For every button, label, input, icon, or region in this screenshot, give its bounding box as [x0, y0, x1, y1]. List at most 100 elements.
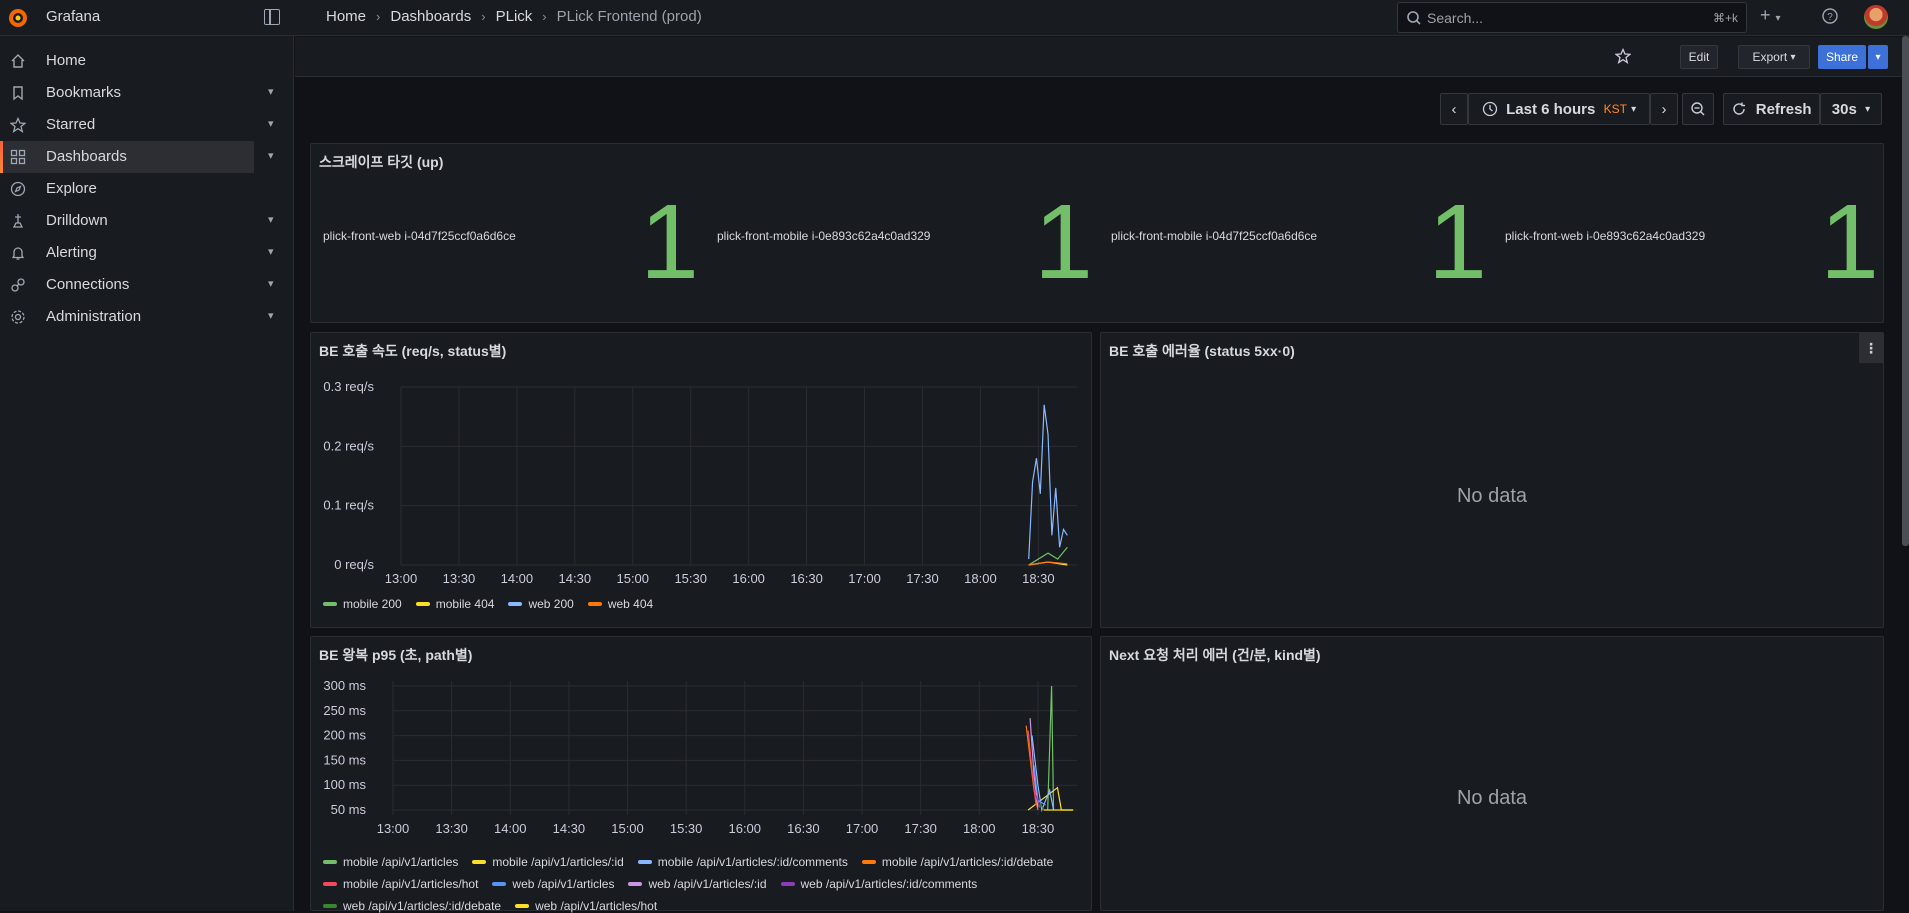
dashboards-icon: [10, 149, 26, 165]
zoom-out-icon: [1691, 102, 1705, 116]
panel-title: BE 호출 에러율 (status 5xx·0): [1109, 343, 1295, 359]
chevron-left-icon: ‹: [1451, 100, 1457, 118]
be-p95-chart[interactable]: 13:00 13:30 14:00 14:30 15:00 15:30 16:00 16:30…: [311, 667, 1091, 867]
help-icon[interactable]: ?: [1822, 8, 1838, 24]
chevron-down-icon[interactable]: ▾: [268, 85, 274, 98]
x-tick-label: 14:00: [501, 571, 534, 586]
stat-item: plick-front-mobile i-04d7f25ccf0a6d6ce 1: [1099, 144, 1493, 301]
add-icon[interactable]: + ▾: [1760, 5, 1781, 26]
next-error-panel[interactable]: Next 요청 처리 에러 (건/분, kind별) No data: [1100, 636, 1884, 911]
legend-item[interactable]: web /api/v1/articles/:id: [628, 877, 767, 891]
y-tick-label: 150 ms: [323, 752, 366, 767]
chevron-down-icon[interactable]: ▾: [268, 277, 274, 290]
legend-item[interactable]: web 200: [508, 597, 574, 611]
breadcrumb-dashboards[interactable]: Dashboards: [390, 8, 471, 25]
legend-item[interactable]: mobile /api/v1/articles/:id/debate: [861, 855, 1053, 869]
time-range-picker[interactable]: Last 6 hours KST ▾: [1468, 93, 1650, 125]
home-icon: [11, 54, 25, 68]
legend-item[interactable]: mobile /api/v1/articles/hot: [323, 877, 478, 891]
legend-item[interactable]: mobile /api/v1/articles/:id/comments: [637, 855, 848, 869]
stat-item: plick-front-mobile i-0e893c62a4c0ad329 1: [705, 144, 1099, 301]
star-icon[interactable]: [1615, 48, 1631, 64]
stat-item: plick-front-web i-0e893c62a4c0ad329 1: [1493, 144, 1885, 301]
chevron-down-icon[interactable]: ▾: [268, 245, 274, 258]
share-button[interactable]: Share: [1818, 45, 1866, 69]
stat-panel[interactable]: 스크레이프 타깃 (up) plick-front-web i-04d7f25c…: [310, 143, 1884, 323]
legend-swatch: [323, 860, 337, 864]
gear-icon: [11, 310, 25, 324]
legend-item[interactable]: mobile /api/v1/articles/:id: [472, 855, 624, 869]
x-tick-label: 14:00: [494, 821, 527, 836]
legend-item[interactable]: mobile /api/v1/articles: [323, 855, 458, 869]
sidebar-item-starred[interactable]: Starred ▾: [0, 109, 274, 141]
legend-swatch: [323, 602, 337, 606]
be-error-panel[interactable]: BE 호출 에러율 (status 5xx·0) ⋮ No data: [1100, 332, 1884, 628]
be-rate-chart[interactable]: 13:00 13:30 14:00 14:30 15:00 15:30 16:00 16:30…: [311, 363, 1091, 603]
share-options-button[interactable]: ▾: [1868, 45, 1888, 69]
sidebar-item-alerting[interactable]: Alerting ▾: [0, 237, 274, 269]
panel-title: Next 요청 처리 에러 (건/분, kind별): [1109, 647, 1321, 663]
x-tick-label: 16:30: [790, 571, 823, 586]
zoom-out-button[interactable]: [1682, 93, 1714, 125]
chevron-down-icon[interactable]: ▾: [268, 117, 274, 130]
sidebar-item-label: Drilldown: [46, 212, 108, 229]
be-rate-panel[interactable]: BE 호출 속도 (req/s, status별) 13:00 13:30 14:0…: [310, 332, 1092, 628]
dock-menu-icon[interactable]: [264, 9, 280, 25]
chevron-down-icon[interactable]: ▾: [268, 213, 274, 226]
legend-item[interactable]: mobile 404: [415, 597, 494, 611]
x-tick-label: 18:30: [1022, 821, 1055, 836]
chevron-down-icon: ▾: [1631, 103, 1637, 115]
sidebar-item-drilldown[interactable]: Drilldown ▾: [0, 205, 274, 237]
sidebar: Home Bookmarks ▾ Starred ▾ Dashboards ▾ …: [0, 36, 294, 911]
bookmark-icon: [13, 86, 23, 101]
sidebar-item-dashboards[interactable]: Dashboards ▾: [0, 141, 274, 173]
refresh-button[interactable]: Refresh: [1723, 93, 1820, 125]
edit-button[interactable]: Edit: [1680, 45, 1718, 69]
legend-item[interactable]: mobile 200: [323, 597, 402, 611]
legend-label: mobile /api/v1/articles/:id/comments: [657, 855, 848, 869]
legend-item[interactable]: web /api/v1/articles/:id/comments: [780, 877, 977, 891]
search-input[interactable]: Search... ⌘+k: [1397, 2, 1747, 33]
legend-item[interactable]: web /api/v1/articles: [492, 877, 614, 891]
sidebar-item-home[interactable]: Home: [0, 45, 254, 77]
breadcrumb-folder[interactable]: PLick: [496, 8, 533, 25]
legend-swatch: [415, 602, 430, 606]
chevron-down-icon[interactable]: ▾: [268, 309, 274, 322]
grafana-logo-icon[interactable]: [6, 6, 30, 30]
drilldown-icon: [12, 214, 24, 228]
stat-label: plick-front-web i-0e893c62a4c0ad329: [1505, 229, 1706, 243]
chevron-down-icon[interactable]: ▾: [268, 149, 274, 162]
page-scrollbar[interactable]: [1902, 36, 1909, 546]
time-forward-button[interactable]: ›: [1650, 93, 1678, 125]
x-tick-label: 17:00: [846, 821, 879, 836]
x-tick-label: 15:30: [674, 571, 707, 586]
refresh-interval-picker[interactable]: 30s ▾: [1820, 93, 1882, 125]
sidebar-item-explore[interactable]: Explore: [0, 173, 254, 205]
legend-swatch: [472, 860, 487, 864]
sidebar-item-administration[interactable]: Administration ▾: [0, 301, 274, 333]
x-tick-label: 17:30: [906, 571, 939, 586]
sidebar-item-label: Connections: [46, 276, 130, 293]
chevron-right-icon: ›: [1661, 100, 1667, 118]
search-shortcut: ⌘+k: [1712, 11, 1738, 25]
refresh-label: Refresh: [1755, 100, 1812, 118]
legend-label: web /api/v1/articles: [512, 877, 615, 891]
legend-swatch: [628, 882, 643, 886]
sidebar-item-connections[interactable]: Connections ▾: [0, 269, 274, 301]
export-button[interactable]: Export ▾: [1738, 45, 1810, 69]
be-p95-panel[interactable]: BE 왕복 p95 (초, path별) 13:00 13:30 14:00 14:3…: [310, 636, 1092, 913]
stat-label: plick-front-mobile i-0e893c62a4c0ad329: [717, 229, 931, 243]
legend-item[interactable]: web 404: [587, 597, 654, 611]
connections-icon: [11, 278, 25, 292]
stat-label: plick-front-mobile i-04d7f25ccf0a6d6ce: [1111, 229, 1318, 243]
legend-label: mobile /api/v1/articles: [343, 855, 459, 869]
x-tick-label: 13:00: [377, 821, 410, 836]
breadcrumb-home[interactable]: Home: [326, 8, 366, 25]
panel-title: BE 호출 속도 (req/s, status별): [319, 343, 507, 359]
time-back-button[interactable]: ‹: [1440, 93, 1468, 125]
avatar[interactable]: [1864, 5, 1888, 29]
sidebar-item-bookmarks[interactable]: Bookmarks ▾: [0, 77, 274, 109]
legend-label: mobile /api/v1/articles/hot: [343, 877, 479, 891]
panel-menu-button[interactable]: ⋮: [1859, 333, 1883, 363]
legend-label: web 404: [607, 597, 654, 611]
